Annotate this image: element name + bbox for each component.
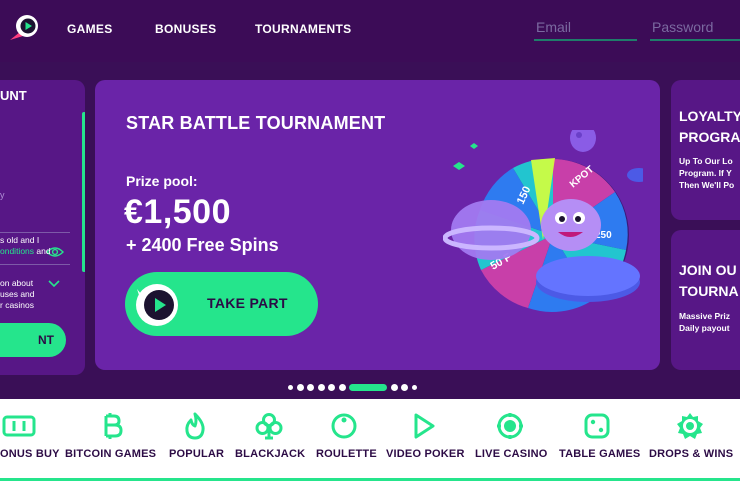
email-input[interactable] [534,15,637,41]
join-tournament-text: Massive Priz Daily payout [679,311,731,333]
carousel-pagination [288,383,417,391]
loyalty-text: Up To Our Lo Program. If Y Then We'll Po [679,156,735,190]
panel-scrollbar[interactable] [82,112,85,272]
terms-link[interactable]: onditions [0,246,34,256]
page-content-area [0,481,740,500]
account-panel-title: UNT [0,88,27,103]
play-icon [414,413,435,439]
account-field[interactable] [0,208,70,233]
prize-amount: €1,500 [124,193,231,231]
astronaut-play-icon [136,284,178,326]
carousel-dot[interactable] [390,383,398,391]
loyalty-program-card[interactable]: LOYALTY PROGRA Up To Our Lo Program. If … [671,80,740,220]
join-tournament-title: JOIN OU TOURNA [679,262,739,299]
carousel-dot[interactable] [328,383,335,391]
password-input[interactable] [650,15,740,41]
nav-tournaments-link[interactable]: TOURNAMENTS [255,22,351,36]
carousel-dot[interactable] [307,383,314,391]
hero-banner: STAR BATTLE TOURNAMENT Prize pool: €1,50… [95,80,660,370]
carousel-dot[interactable] [296,383,304,391]
category-live-casino[interactable]: LIVE CASINO [474,399,548,479]
roulette-icon [331,413,357,439]
prize-wheel-illustration: 150 KPOT 250 50 F [443,130,643,312]
carousel-dot[interactable] [338,383,346,391]
prize-pool-label: Prize pool: [126,173,198,189]
free-spins-text: + 2400 Free Spins [126,235,279,255]
astronaut-logo-icon[interactable] [6,10,44,48]
account-panel: UNT y s old and I onditions and on about… [0,80,85,375]
carousel-dot[interactable] [288,384,293,390]
category-table-games[interactable]: TABLE GAMES [558,399,640,479]
carousel-dot[interactable] [317,383,325,391]
carousel-dot[interactable] [401,383,408,391]
category-popular[interactable]: POPULAR [166,399,224,479]
carousel-dot-active[interactable] [349,383,387,391]
live-icon [497,413,523,439]
carousel-dot[interactable] [411,384,417,390]
top-navigation-bar: GAMES BONUSES TOURNAMENTS [0,0,740,62]
drops-wins-icon [677,413,703,439]
terms-checkbox-text[interactable]: s old and I onditions and [0,235,51,257]
category-video-poker[interactable]: VIDEO POKER [386,399,464,479]
account-field-label: y [0,190,5,200]
category-bonus-buy[interactable]: ONUS BUY [0,399,59,479]
dice-icon [584,413,610,439]
join-tournament-card[interactable]: JOIN OU TOURNA Massive Priz Daily payout [671,230,740,370]
bonus-buy-icon [2,415,36,437]
bitcoin-icon [104,413,123,439]
club-icon [255,413,283,440]
take-part-button[interactable]: TAKE PART [125,272,318,336]
category-roulette[interactable]: ROULETTE [314,399,377,479]
account-submit-button[interactable]: NT [0,323,66,357]
nav-games-link[interactable]: GAMES [67,22,113,36]
hero-title: STAR BATTLE TOURNAMENT [126,113,386,133]
promo-checkbox-text[interactable]: on about uses and r casinos [0,278,35,311]
category-bitcoin-games[interactable]: BITCOIN GAMES [64,399,156,479]
nav-bonuses-link[interactable]: BONUSES [155,22,216,36]
category-blackjack[interactable]: BLACKJACK [234,399,305,479]
category-drops-wins[interactable]: DROPS & WINS [648,399,733,479]
chevron-down-icon [48,280,60,288]
flame-icon [185,412,205,440]
loyalty-title: LOYALTY PROGRA [679,108,740,145]
game-category-bar: ONUS BUY BITCOIN GAMES POPULAR BLACKJACK… [0,399,740,481]
